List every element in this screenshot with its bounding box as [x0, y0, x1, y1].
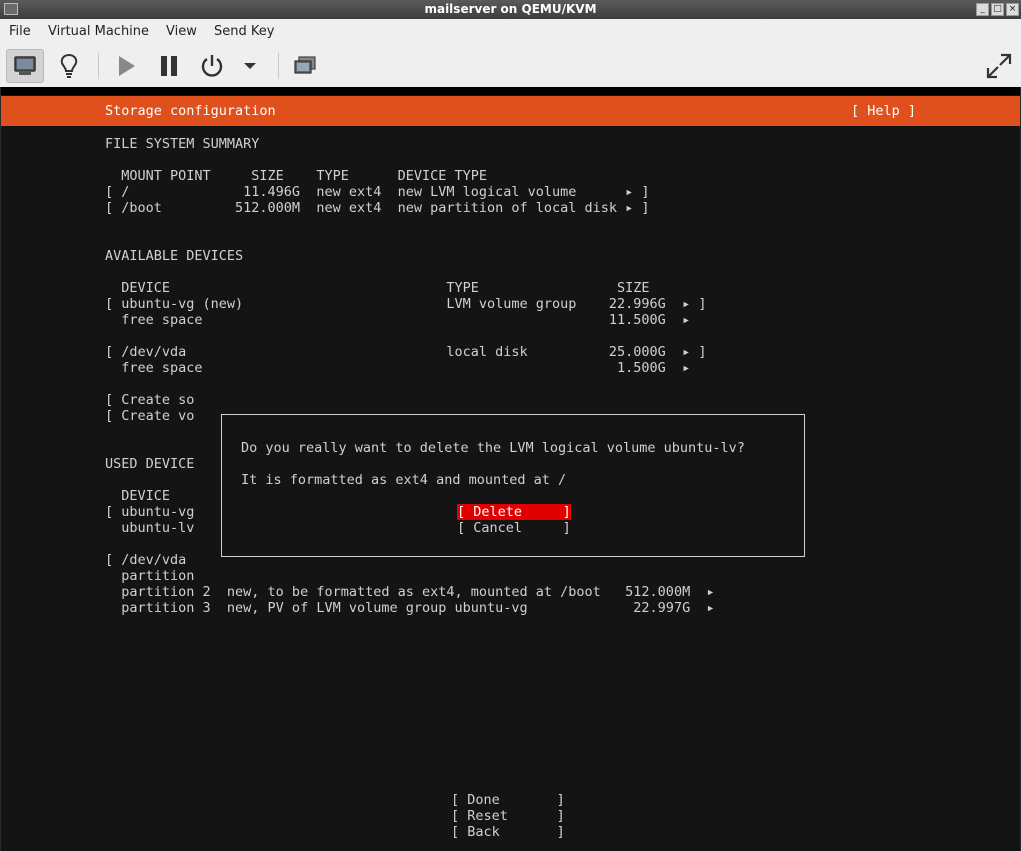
available-row-vda-free-space[interactable]: free space 1.500G ▸: [105, 360, 690, 376]
toolbar-separator: [98, 53, 99, 79]
menu-view[interactable]: View: [166, 24, 197, 39]
delete-confirm-dialog: Do you really want to delete the LVM log…: [221, 414, 805, 557]
maximize-button[interactable]: □: [991, 3, 1004, 16]
available-row-ubuntu-vg[interactable]: [ ubuntu-vg (new) LVM volume group 22.99…: [105, 296, 706, 312]
used-devices-heading: USED DEVICE: [105, 456, 195, 472]
toolbar: [0, 45, 1021, 87]
back-button[interactable]: [ Back ]: [451, 824, 565, 840]
reset-button[interactable]: [ Reset ]: [451, 808, 565, 824]
power-button[interactable]: [193, 49, 231, 83]
done-button[interactable]: [ Done ]: [451, 792, 565, 808]
available-row-vg-free-space[interactable]: free space 11.500G ▸: [105, 312, 690, 328]
available-row-vda[interactable]: [ /dev/vda local disk 25.000G ▸ ]: [105, 344, 706, 360]
help-button[interactable]: [ Help ]: [851, 103, 916, 119]
details-button[interactable]: [50, 49, 88, 83]
menubar: File Virtual Machine View Send Key: [0, 19, 1021, 46]
installer-header: Storage configuration [ Help ]: [1, 96, 1020, 126]
used-row-ubuntu-lv[interactable]: ubuntu-lv: [105, 520, 194, 536]
menu-file[interactable]: File: [9, 24, 31, 39]
used-row-partition-3[interactable]: partition 3 new, PV of LVM volume group …: [105, 600, 714, 616]
toolbar-separator: [278, 53, 279, 79]
fs-row-root[interactable]: [ / 11.496G new ext4 new LVM logical vol…: [105, 184, 650, 200]
delete-button[interactable]: [ Delete ]: [457, 504, 571, 520]
snapshots-button[interactable]: [286, 49, 324, 83]
fullscreen-button[interactable]: [980, 49, 1018, 83]
fullscreen-icon: [986, 53, 1012, 79]
window-title: mailserver on QEMU/KVM: [424, 2, 597, 16]
dropdown-arrow-icon: [244, 63, 256, 69]
used-row-partition-2[interactable]: partition 2 new, to be formatted as ext4…: [105, 584, 714, 600]
power-icon: [201, 55, 223, 77]
power-dropdown-button[interactable]: [232, 49, 268, 83]
menu-virtual-machine[interactable]: Virtual Machine: [48, 24, 149, 39]
screenshot-icon: [294, 56, 316, 74]
pause-button[interactable]: [150, 49, 188, 83]
used-columns: DEVICE: [105, 488, 171, 504]
close-button[interactable]: ×: [1006, 3, 1019, 16]
pause-icon: [161, 56, 177, 76]
used-row-partition[interactable]: partition: [105, 568, 194, 584]
dialog-question: Do you really want to delete the LVM log…: [241, 440, 745, 456]
used-row-ubuntu-vg[interactable]: [ ubuntu-vg: [105, 504, 194, 520]
fs-summary-heading: FILE SYSTEM SUMMARY: [105, 136, 260, 152]
create-row-1[interactable]: [ Create so: [105, 392, 194, 408]
fs-row-boot[interactable]: [ /boot 512.000M new ext4 new partition …: [105, 200, 650, 216]
minimize-button[interactable]: _: [976, 3, 989, 16]
window-titlebar: mailserver on QEMU/KVM _ □ ×: [0, 0, 1021, 19]
play-icon: [119, 56, 135, 76]
vm-console[interactable]: Storage configuration [ Help ] FILE SYST…: [1, 87, 1020, 851]
dialog-detail: It is formatted as ext4 and mounted at /: [241, 472, 567, 488]
menu-send-key[interactable]: Send Key: [214, 24, 274, 39]
lightbulb-icon: [60, 53, 78, 78]
create-row-2[interactable]: [ Create vo: [105, 408, 194, 424]
used-row-vda[interactable]: [ /dev/vda: [105, 552, 186, 568]
console-icon: [14, 56, 36, 75]
run-button[interactable]: [107, 49, 145, 83]
cancel-button[interactable]: [ Cancel ]: [457, 520, 571, 536]
available-devices-heading: AVAILABLE DEVICES: [105, 248, 244, 264]
console-button[interactable]: [6, 49, 44, 83]
header-title: Storage configuration: [105, 103, 276, 119]
fs-summary-columns: MOUNT POINT SIZE TYPE DEVICE TYPE: [105, 168, 488, 184]
available-columns: DEVICE TYPE SIZE: [105, 280, 650, 296]
